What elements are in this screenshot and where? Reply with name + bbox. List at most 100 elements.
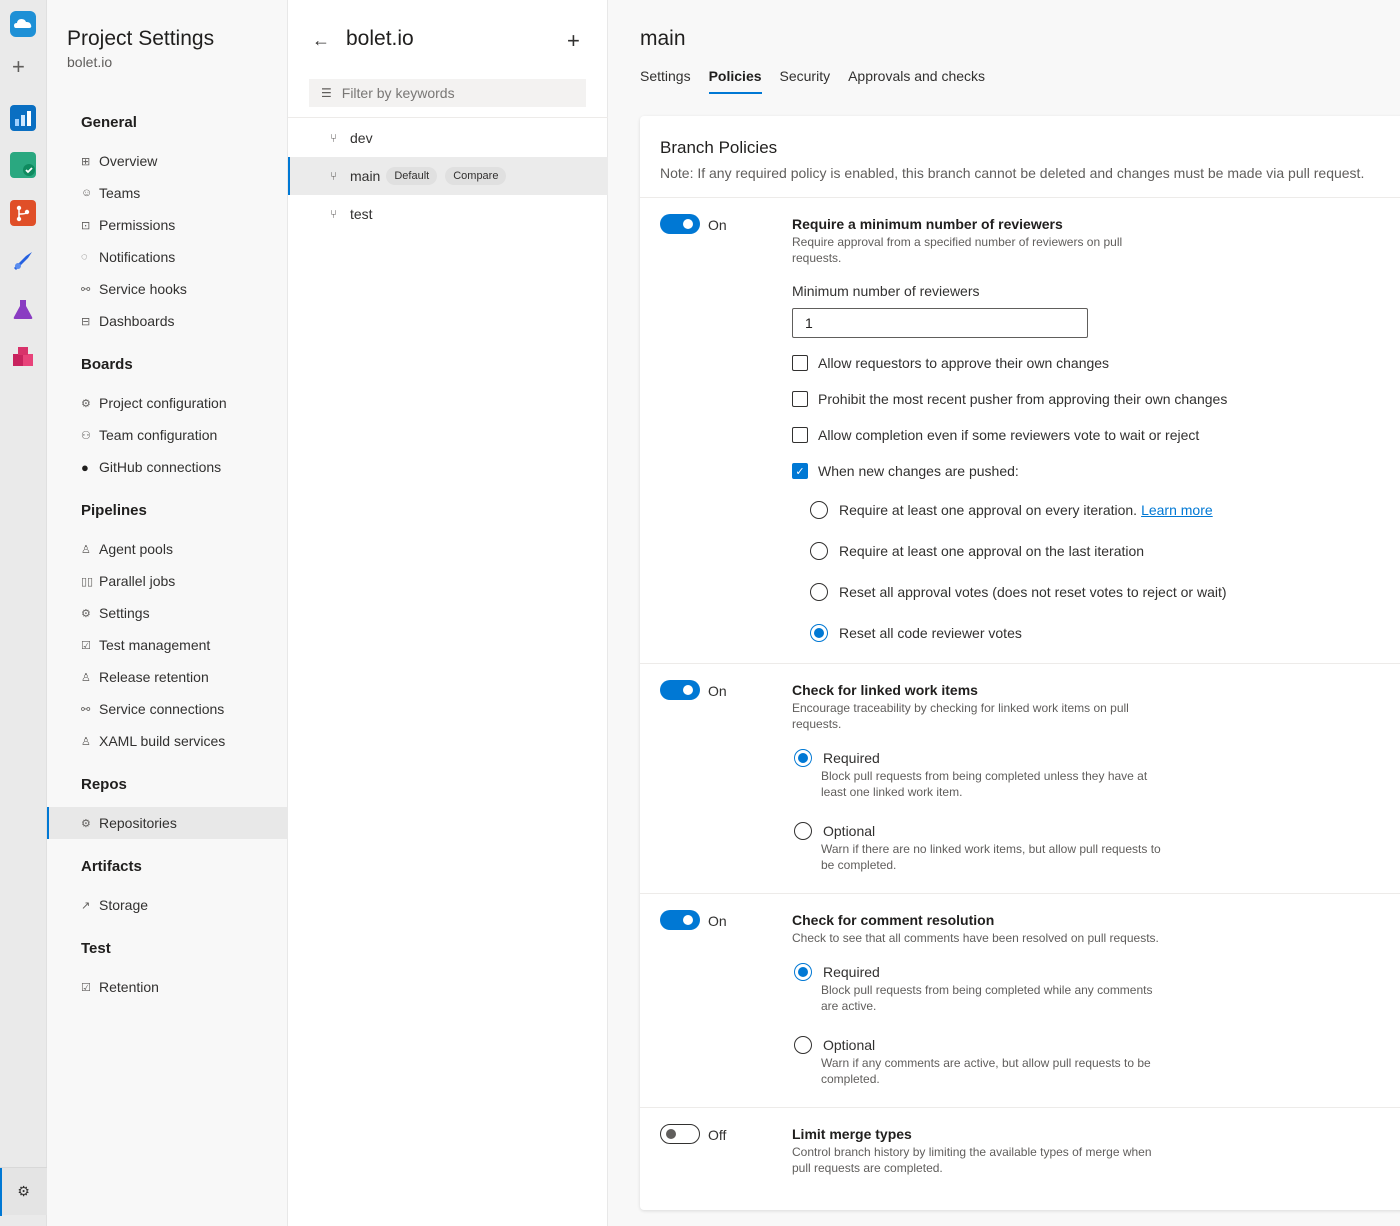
radio-reset-approval-votes[interactable]: Reset all approval votes (does not reset… <box>810 583 1227 601</box>
branch-item-dev[interactable]: ⑂ dev <box>288 119 608 157</box>
tab-bar: Settings Policies Security Approvals and… <box>640 68 1003 94</box>
add-icon[interactable]: + <box>12 56 25 78</box>
sidebar-item-project-configuration[interactable]: ⚙ Project configuration <box>47 387 287 419</box>
page-title: main <box>640 27 686 50</box>
overview-icon: ⊞ <box>81 155 91 168</box>
branch-icon: ⑂ <box>330 207 338 221</box>
limit-merge-types-toggle[interactable] <box>660 1124 700 1144</box>
plug-icon: ⚯ <box>81 283 91 296</box>
lock-icon: ⊡ <box>81 219 91 232</box>
team-config-icon: ⚇ <box>81 429 91 442</box>
azure-devops-logo-icon[interactable] <box>10 11 36 37</box>
branch-item-test[interactable]: ⑂ test <box>288 195 608 233</box>
notification-icon: ◌ <box>81 251 88 263</box>
sidebar-item-storage[interactable]: ↗ Storage <box>47 889 287 921</box>
divider <box>288 117 608 118</box>
sidebar-item-test-management[interactable]: ☑ Test management <box>47 629 287 661</box>
section-boards: Boards <box>81 356 133 373</box>
test-plans-icon[interactable] <box>10 152 36 178</box>
min-reviewers-field-label: Minimum number of reviewers <box>792 283 980 299</box>
compare-button[interactable]: Compare <box>445 167 507 185</box>
limit-merge-types-title: Limit merge types <box>792 1126 912 1142</box>
artifacts-icon[interactable] <box>10 344 36 370</box>
section-pipelines: Pipelines <box>81 502 147 519</box>
back-arrow-icon[interactable]: ← <box>312 30 330 51</box>
tab-approvals-and-checks[interactable]: Approvals and checks <box>848 68 985 94</box>
allow-requestors-checkbox[interactable]: Allow requestors to approve their own ch… <box>792 354 1109 372</box>
tab-settings[interactable]: Settings <box>640 68 691 94</box>
min-reviewers-toggle[interactable] <box>660 214 700 234</box>
divider <box>640 197 1400 198</box>
pipelines-icon[interactable] <box>10 248 36 274</box>
section-test: Test <box>81 940 111 957</box>
build-services-icon: ♙ <box>81 735 91 748</box>
tab-security[interactable]: Security <box>780 68 831 94</box>
branch-filter-input[interactable]: ☰ Filter by keywords <box>309 79 586 107</box>
sidebar-item-retention[interactable]: ☑ Retention <box>47 971 287 1003</box>
radio-every-iteration[interactable]: Require at least one approval on every i… <box>810 501 1213 519</box>
sidebar-item-dashboards[interactable]: ⊟ Dashboards <box>47 305 287 337</box>
comment-resolution-toggle[interactable] <box>660 910 700 930</box>
section-repos: Repos <box>81 776 127 793</box>
branch-item-main[interactable]: ⑂ main Default Compare <box>288 157 608 195</box>
sidebar-item-overview[interactable]: ⊞ Overview <box>47 145 287 177</box>
radio-last-iteration[interactable]: Require at least one approval on the las… <box>810 542 1144 560</box>
filter-icon: ☰ <box>321 86 332 100</box>
tab-policies[interactable]: Policies <box>708 68 762 94</box>
linked-work-items-title: Check for linked work items <box>792 682 978 698</box>
sidebar-item-settings[interactable]: ⚙ Settings <box>47 597 287 629</box>
sidebar-item-release-retention[interactable]: ♙ Release retention <box>47 661 287 693</box>
boards-icon[interactable] <box>10 105 36 131</box>
sidebar-item-agent-pools[interactable]: ♙ Agent pools <box>47 533 287 565</box>
min-reviewers-toggle-label: On <box>708 217 727 233</box>
comment-resolution-required-radio[interactable]: Required <box>794 963 880 981</box>
sidebar-item-xaml-build-services[interactable]: ♙ XAML build services <box>47 725 287 757</box>
main-content: main Settings Policies Security Approval… <box>608 0 1400 1226</box>
comment-resolution-required-desc: Block pull requests from being completed… <box>821 983 1153 1013</box>
linked-work-items-required-desc: Block pull requests from being completed… <box>821 769 1148 799</box>
repository-icon: ⚙ <box>81 817 91 830</box>
sidebar-item-parallel-jobs[interactable]: ▯▯ Parallel jobs <box>47 565 287 597</box>
retention-icon: ☑ <box>81 981 91 994</box>
release-retention-icon: ♙ <box>81 671 91 684</box>
linked-work-items-optional-radio[interactable]: Optional <box>794 822 875 840</box>
sidebar-item-github-connections[interactable]: ● GitHub connections <box>47 451 287 483</box>
branch-policies-note: Note: If any required policy is enabled,… <box>660 165 1365 181</box>
parallel-jobs-icon: ▯▯ <box>81 575 94 588</box>
radio-reset-code-reviewer-votes[interactable]: Reset all code reviewer votes <box>810 624 1022 642</box>
sidebar-item-service-hooks[interactable]: ⚯ Service hooks <box>47 273 287 305</box>
min-reviewers-input[interactable] <box>792 308 1088 338</box>
limit-merge-types-toggle-label: Off <box>708 1127 727 1143</box>
min-reviewers-title: Require a minimum number of reviewers <box>792 216 1063 232</box>
sidebar-item-team-configuration[interactable]: ⚇ Team configuration <box>47 419 287 451</box>
prohibit-recent-pusher-checkbox[interactable]: Prohibit the most recent pusher from app… <box>792 390 1227 408</box>
section-general: General <box>81 114 137 131</box>
settings-gear-icon[interactable]: ⚙ <box>0 1167 47 1216</box>
test-flask-icon[interactable] <box>10 296 36 322</box>
github-icon: ● <box>81 459 89 475</box>
add-branch-icon[interactable]: + <box>567 28 580 54</box>
sidebar-item-repositories[interactable]: ⚙ Repositories <box>47 807 287 839</box>
project-config-icon: ⚙ <box>81 397 91 410</box>
sidebar-item-permissions[interactable]: ⊡ Permissions <box>47 209 287 241</box>
comment-resolution-optional-radio[interactable]: Optional <box>794 1036 875 1054</box>
test-management-icon: ☑ <box>81 639 91 652</box>
sidebar-item-service-connections[interactable]: ⚯ Service connections <box>47 693 287 725</box>
sidebar-item-teams[interactable]: ☺ Teams <box>47 177 287 209</box>
sidebar-item-notifications[interactable]: ◌ Notifications <box>47 241 287 273</box>
comment-resolution-toggle-label: On <box>708 913 727 929</box>
learn-more-link[interactable]: Learn more <box>1141 502 1213 518</box>
allow-completion-checkbox[interactable]: Allow completion even if some reviewers … <box>792 426 1199 444</box>
linked-work-items-required-radio[interactable]: Required <box>794 749 880 767</box>
repos-icon[interactable] <box>10 200 36 226</box>
comment-resolution-optional-desc: Warn if any comments are active, but all… <box>821 1056 1151 1086</box>
divider <box>640 1107 1400 1108</box>
agent-pools-icon: ♙ <box>81 543 91 556</box>
branch-panel: ← bolet.io + ☰ Filter by keywords ⑂ dev … <box>288 0 608 1226</box>
linked-work-items-toggle[interactable] <box>660 680 700 700</box>
project-settings-sidebar: Project Settings bolet.io General ⊞ Overv… <box>47 0 288 1226</box>
limit-merge-types-desc: Control branch history by limiting the a… <box>792 1145 1152 1175</box>
repo-title: bolet.io <box>346 27 414 50</box>
section-artifacts: Artifacts <box>81 858 142 875</box>
new-changes-pushed-checkbox[interactable]: ✓ When new changes are pushed: <box>792 462 1019 480</box>
